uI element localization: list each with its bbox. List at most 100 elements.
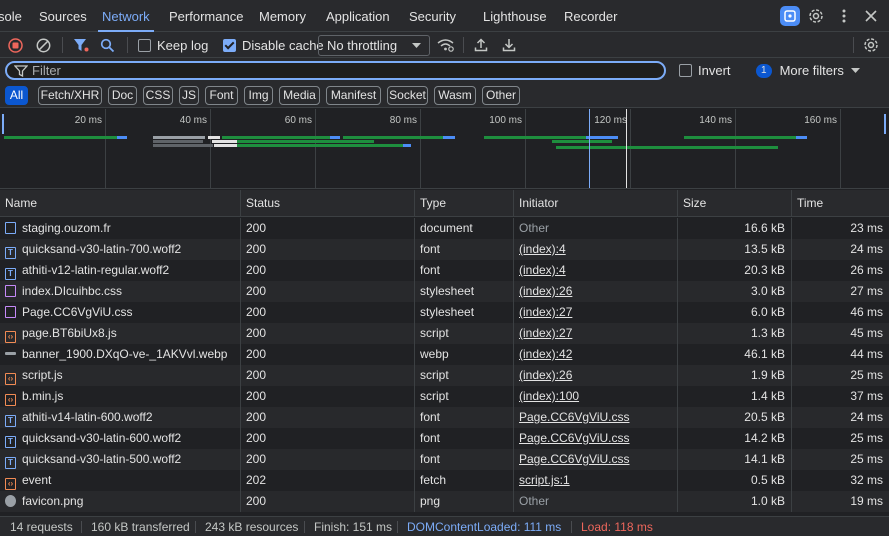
type-filter-doc[interactable]: Doc [108, 86, 137, 105]
column-header-status[interactable]: Status [241, 190, 415, 217]
cell-initiator[interactable]: Page.CC6VgViU.css [514, 449, 678, 470]
column-header-type[interactable]: Type [415, 190, 514, 217]
type-filter-fetch-xhr[interactable]: Fetch/XHR [38, 86, 102, 105]
filter-funnel-icon[interactable] [73, 32, 89, 58]
cell-initiator[interactable]: (index):27 [514, 323, 678, 344]
tab-performance[interactable]: Performance [169, 0, 243, 32]
tab-lighthouse[interactable]: Lighthouse [483, 0, 547, 32]
table-row[interactable]: ‹› b.min.js 200 script (index):100 1.4 kB 37 m… [0, 386, 889, 407]
cell-size: 6.0 kB [678, 302, 792, 323]
devtools-tab-bar: sole Sources Network Performance Memory … [0, 0, 889, 32]
table-row[interactable]: Tquicksand-v30-latin-700.woff2 200 font (in… [0, 239, 889, 260]
cell-initiator[interactable]: Page.CC6VgViU.css [514, 407, 678, 428]
cell-name: Tquicksand-v30-latin-500.woff2 [0, 449, 241, 470]
request-name: quicksand-v30-latin-500.woff2 [22, 452, 182, 466]
table-row[interactable]: Tathiti-v12-latin-regular.woff2 200 font (i… [0, 260, 889, 281]
clear-log-icon[interactable] [36, 32, 51, 58]
tab-console[interactable]: sole [0, 0, 22, 32]
settings-gear-icon[interactable] [806, 6, 826, 26]
image-file-icon [5, 352, 16, 355]
overview-right-handle[interactable] [884, 114, 886, 134]
cell-initiator[interactable]: (index):42 [514, 344, 678, 365]
filter-box[interactable] [5, 61, 666, 80]
cell-status: 200 [241, 239, 415, 260]
tab-network[interactable]: Network [98, 0, 154, 32]
cell-initiator[interactable]: Page.CC6VgViU.css [514, 428, 678, 449]
column-header-time[interactable]: Time [792, 190, 889, 217]
cell-initiator: Other [514, 218, 678, 239]
ai-assistance-icon[interactable] [780, 6, 800, 26]
overview-bar [403, 144, 411, 147]
preserve-log-checkbox[interactable]: Keep log [138, 32, 208, 58]
request-name: staging.ouzom.fr [22, 221, 111, 235]
more-options-icon[interactable] [834, 6, 854, 26]
filter-input[interactable] [32, 63, 632, 78]
disable-cache-checkbox-box[interactable] [223, 38, 236, 52]
type-filter-media[interactable]: Media [279, 86, 320, 105]
tab-recorder[interactable]: Recorder [564, 0, 617, 32]
tab-security[interactable]: Security [409, 0, 456, 32]
tab-memory[interactable]: Memory [259, 0, 306, 32]
table-row[interactable]: Page.CC6VgViU.css 200 stylesheet (index):27… [0, 302, 889, 323]
tab-application[interactable]: Application [326, 0, 390, 32]
request-name: b.min.js [22, 389, 64, 403]
table-row[interactable]: banner_1900.DXqO-ve-_1AKVvl.webp 200 webp(… [0, 344, 889, 365]
overview-left-handle[interactable] [2, 114, 4, 134]
table-row[interactable]: ‹› script.js 200 script (index):26 1.9 kB 25 m… [0, 365, 889, 386]
overview-gridline [210, 109, 211, 188]
table-row[interactable]: Tquicksand-v30-latin-500.woff2 200 font Pag… [0, 449, 889, 470]
type-filter-img[interactable]: Img [244, 86, 273, 105]
network-status-bar: 14 requests 160 kB transferred 243 kB re… [0, 516, 889, 536]
table-row[interactable]: staging.ouzom.fr 200 document Other 16.6 kB 2… [0, 218, 889, 239]
close-devtools-icon[interactable] [861, 6, 881, 26]
cell-size: 3.0 kB [678, 281, 792, 302]
cell-initiator[interactable]: script.js:1 [514, 470, 678, 491]
type-filter-css[interactable]: CSS [143, 86, 173, 105]
cell-size: 14.2 kB [678, 428, 792, 449]
stop-recording-icon[interactable] [8, 32, 23, 58]
font-file-icon: T [5, 268, 16, 280]
cell-initiator[interactable]: (index):26 [514, 281, 678, 302]
import-har-icon[interactable] [474, 32, 488, 58]
cell-initiator[interactable]: (index):100 [514, 386, 678, 407]
more-filters-dropdown[interactable]: 1 More filters [756, 58, 860, 83]
column-header-initiator[interactable]: Initiator [514, 190, 678, 217]
preserve-log-checkbox-box[interactable] [138, 38, 151, 52]
table-row[interactable]: favicon.png 200 png Other 1.0 kB 19 ms [0, 491, 889, 512]
overview-bar [4, 136, 117, 139]
tab-sources[interactable]: Sources [39, 0, 87, 32]
column-header-size[interactable]: Size [678, 190, 792, 217]
invert-checkbox-box[interactable] [679, 64, 692, 77]
cell-time: 25 ms [850, 431, 883, 445]
network-conditions-icon[interactable] [437, 32, 454, 58]
network-settings-gear-icon[interactable] [863, 32, 879, 58]
script-file-icon: ‹› [5, 394, 16, 406]
cell-type: font [415, 449, 514, 470]
type-filter-all[interactable]: All [5, 86, 28, 105]
disable-cache-checkbox[interactable]: Disable cache [223, 32, 324, 58]
cell-initiator[interactable]: (index):26 [514, 365, 678, 386]
invert-checkbox[interactable]: Invert [679, 58, 731, 83]
export-har-icon[interactable] [502, 32, 516, 58]
table-row[interactable]: Tquicksand-v30-latin-600.woff2 200 font Pag… [0, 428, 889, 449]
cell-initiator[interactable]: (index):4 [514, 239, 678, 260]
type-filter-wasm[interactable]: Wasm [434, 86, 476, 105]
column-header-name[interactable]: Name [0, 190, 241, 217]
status-divider [81, 521, 82, 533]
search-icon[interactable] [100, 32, 115, 58]
cell-name: favicon.png [0, 491, 241, 512]
throttling-select[interactable]: No throttling [318, 35, 430, 56]
table-row[interactable]: ‹› event 202 fetch script.js:1 0.5 kB 32 ms [0, 470, 889, 491]
type-filter-font[interactable]: Font [205, 86, 238, 105]
type-filter-js[interactable]: JS [179, 86, 199, 105]
network-overview-timeline[interactable]: 20 ms 40 ms 60 ms 80 ms 100 ms 120 ms 14… [0, 109, 889, 189]
type-filter-socket[interactable]: Socket [387, 86, 428, 105]
table-row[interactable]: ‹› page.BT6biUx8.js 200 script (index):27 1.3… [0, 323, 889, 344]
cell-initiator[interactable]: (index):27 [514, 302, 678, 323]
type-filter-other[interactable]: Other [482, 86, 520, 105]
cell-initiator[interactable]: (index):4 [514, 260, 678, 281]
cell-time: 26 ms [850, 263, 883, 277]
type-filter-manifest[interactable]: Manifest [326, 86, 381, 105]
table-row[interactable]: index.DIcuihbc.css 200 stylesheet (index):2… [0, 281, 889, 302]
table-row[interactable]: Tathiti-v14-latin-600.woff2 200 font Page.C… [0, 407, 889, 428]
